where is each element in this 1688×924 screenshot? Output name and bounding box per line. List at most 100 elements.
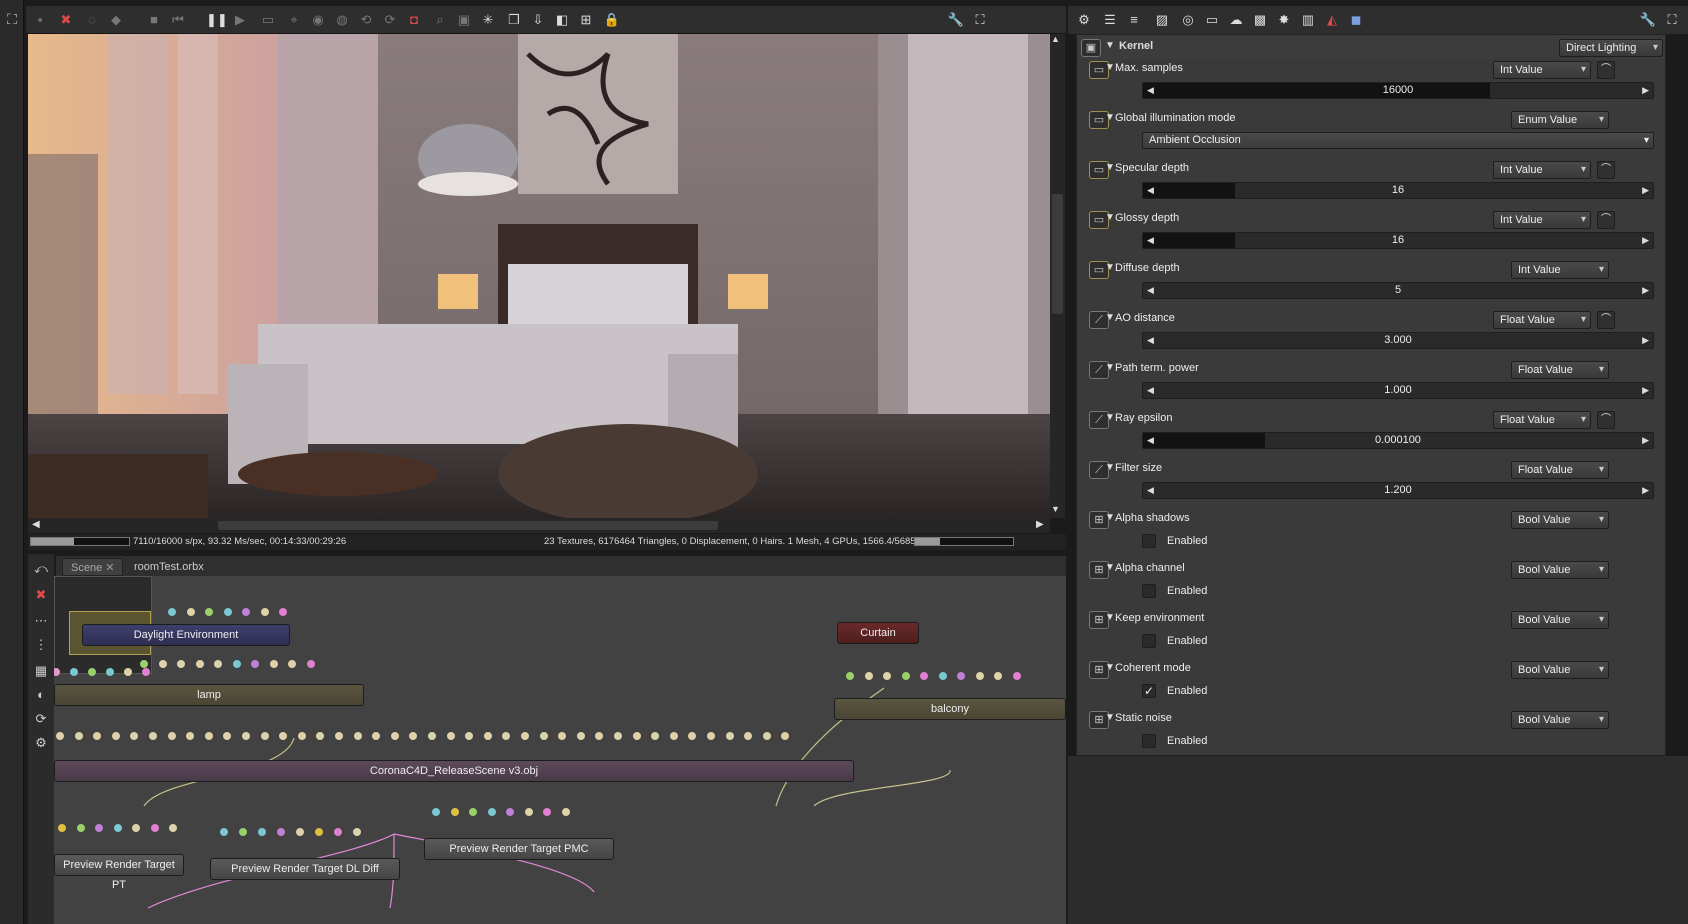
fullscreen-icon[interactable]: ⛶ — [3, 10, 21, 28]
curve-icon[interactable]: ⌒ — [1597, 211, 1615, 229]
material-picker-icon[interactable]: ◍ — [332, 10, 352, 30]
collapse-triangle-icon[interactable]: ▼ — [1105, 312, 1115, 323]
node-pin[interactable] — [76, 824, 85, 832]
tab-scene[interactable]: Scene ✕ — [62, 558, 124, 576]
material-icon[interactable]: ◭ — [1322, 10, 1342, 30]
collapse-triangle-icon[interactable]: ▼ — [1105, 62, 1115, 73]
node-render-target-dl-diff[interactable]: Preview Render Target DL Diff — [210, 858, 400, 880]
add-geometry-icon[interactable]: ▦ — [32, 662, 50, 680]
value-slider[interactable]: ◀ 3.000 ▶ — [1142, 332, 1654, 349]
curve-icon[interactable]: ⌒ — [1597, 311, 1615, 329]
tab-roomtest[interactable]: roomTest.orbx — [126, 558, 212, 576]
node-pin[interactable] — [277, 828, 285, 836]
value-type-dropdown[interactable]: Int Value — [1493, 61, 1591, 79]
value-type-dropdown[interactable]: Float Value — [1493, 411, 1591, 429]
zoom-icon[interactable]: ⌕ — [430, 10, 450, 30]
node-pin[interactable] — [450, 808, 459, 816]
value-slider[interactable]: ◀ 5 ▶ — [1142, 282, 1654, 299]
node-pin[interactable] — [296, 828, 304, 836]
light-icon[interactable]: ✸ — [1274, 10, 1294, 30]
node-pin[interactable] — [113, 824, 122, 832]
node-pin[interactable] — [469, 808, 477, 816]
node-pin[interactable] — [725, 732, 734, 740]
node-pin[interactable] — [186, 608, 195, 616]
node-pin[interactable] — [315, 828, 323, 836]
postproc-icon[interactable]: ▥ — [1298, 10, 1318, 30]
node-pin[interactable] — [168, 608, 176, 616]
node-pin[interactable] — [539, 732, 548, 740]
collapse-triangle-icon[interactable]: ▼ — [1105, 712, 1115, 723]
enabled-checkbox[interactable] — [1142, 634, 1156, 648]
collapse-triangle-icon[interactable]: ▼ — [1105, 462, 1115, 473]
save-image-icon[interactable]: ▪ — [30, 10, 50, 30]
value-slider[interactable]: ◀ 16 ▶ — [1142, 232, 1654, 249]
camera-target-icon[interactable]: ⟳ — [380, 10, 400, 30]
lock-icon[interactable]: 🔒 — [602, 10, 622, 30]
focus-picker-icon[interactable]: ⌖ — [284, 10, 304, 30]
value-type-dropdown[interactable]: Int Value — [1493, 211, 1591, 229]
node-pin[interactable] — [140, 660, 148, 668]
node-render-target-pt[interactable]: Preview Render Target PT — [54, 854, 184, 891]
node-pin[interactable] — [762, 732, 771, 740]
object-picker-icon[interactable]: ⟲ — [356, 10, 376, 30]
restart-icon[interactable]: ◆ — [106, 10, 126, 30]
node-pin[interactable] — [669, 732, 678, 740]
export-icon[interactable]: ⇩ — [528, 10, 548, 30]
node-pin[interactable] — [58, 824, 66, 832]
image-icon[interactable]: ▨ — [1152, 10, 1172, 30]
collapse-triangle-icon[interactable]: ▼ — [1105, 112, 1115, 123]
add-texture-icon[interactable]: ⟳ — [32, 710, 50, 728]
expand-icon[interactable]: ⛶ — [970, 10, 990, 30]
node-lamp[interactable]: lamp — [54, 684, 364, 706]
value-slider[interactable]: ◀ 16000 ▶ — [1142, 82, 1654, 99]
scroll-down-icon[interactable]: ▼ — [1051, 504, 1060, 514]
collapse-triangle-icon[interactable]: ▼ — [1105, 212, 1115, 223]
node-render-target-pmc[interactable]: Preview Render Target PMC — [424, 838, 614, 860]
crop-icon[interactable]: ▣ — [454, 10, 474, 30]
settings-node-icon[interactable]: ⚙ — [32, 734, 50, 752]
curve-icon[interactable]: ⌒ — [1597, 411, 1615, 429]
increment-icon[interactable]: ▶ — [1642, 283, 1649, 298]
node-pin[interactable] — [994, 672, 1002, 680]
enabled-checkbox[interactable] — [1142, 734, 1156, 748]
node-pin[interactable] — [920, 672, 928, 680]
value-slider[interactable]: ◀ 1.000 ▶ — [1142, 382, 1654, 399]
value-type-dropdown[interactable]: Float Value — [1511, 361, 1609, 379]
collapse-triangle-icon[interactable]: ▼ — [1105, 40, 1115, 51]
node-pin[interactable] — [561, 808, 570, 816]
play-icon[interactable]: ▶ — [230, 10, 250, 30]
white-balance-icon[interactable]: ◘ — [404, 10, 424, 30]
environment-icon[interactable]: ☁ — [1226, 10, 1246, 30]
node-pin[interactable] — [195, 660, 204, 668]
node-pin[interactable] — [88, 668, 96, 676]
enabled-checkbox[interactable]: ✓ — [1142, 684, 1156, 698]
node-pin[interactable] — [70, 668, 78, 676]
cube-icon[interactable]: ◼ — [1346, 10, 1366, 30]
imager-icon[interactable]: ▩ — [1250, 10, 1270, 30]
kernel-type-dropdown[interactable]: Direct Lighting — [1559, 39, 1663, 57]
node-curtain[interactable]: Curtain — [837, 622, 919, 644]
node-pin[interactable] — [524, 808, 533, 816]
curve-icon[interactable]: ⌒ — [1597, 161, 1615, 179]
add-material-icon[interactable]: ◐ — [32, 686, 50, 704]
node-pin[interactable] — [167, 732, 176, 740]
value-type-dropdown[interactable]: Bool Value — [1511, 561, 1609, 579]
node-pin[interactable] — [124, 668, 132, 676]
value-slider[interactable]: ◀ 0.000100 ▶ — [1142, 432, 1654, 449]
value-type-dropdown[interactable]: Enum Value — [1511, 111, 1609, 129]
stop-icon[interactable]: ◌ — [82, 10, 102, 30]
delete-node-icon[interactable]: ✖ — [32, 586, 50, 604]
node-pin[interactable] — [521, 732, 529, 740]
value-type-dropdown[interactable]: Bool Value — [1511, 661, 1609, 679]
render-settings-icon[interactable]: ⚙ — [1074, 10, 1094, 30]
node-pin[interactable] — [335, 732, 343, 740]
increment-icon[interactable]: ▶ — [1642, 483, 1649, 498]
value-type-dropdown[interactable]: Bool Value — [1511, 611, 1609, 629]
node-pin[interactable] — [204, 732, 213, 740]
collapse-triangle-icon[interactable]: ▼ — [1105, 562, 1115, 573]
expand-icon-right[interactable]: ⛶ — [1662, 10, 1682, 30]
node-pin[interactable] — [576, 732, 585, 740]
increment-icon[interactable]: ▶ — [1642, 83, 1649, 98]
node-pin[interactable] — [506, 808, 514, 816]
node-pin[interactable] — [239, 828, 247, 836]
